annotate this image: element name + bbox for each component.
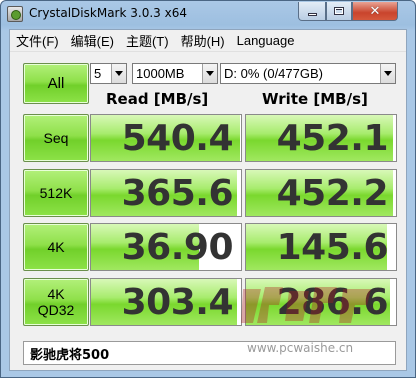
app-window: CrystalDiskMark 3.0.3 x64 ✕ 文件(F) 编辑(E) … [0,0,416,378]
maximize-button[interactable] [326,2,352,21]
window-title: CrystalDiskMark 3.0.3 x64 [29,6,187,20]
write-header: Write [MB/s] [262,90,368,108]
dropdown-arrow-icon [202,64,217,83]
4k-qd32-read-cell: 303.4 [90,278,242,326]
watermark-url: www.pcwaishe.cn [247,341,354,355]
4k-qd32-button[interactable]: 4K QD32 [23,278,89,326]
4k-qd32-write-value: 286.6 [276,281,389,323]
4k-qd32-label-line2: QD32 [37,302,75,318]
client-area: 文件(F) 编辑(E) 主题(T) 帮助(H) Language All 5 1… [9,29,407,371]
4k-write-value: 145.6 [276,226,389,268]
runs-select[interactable]: 5 [90,63,127,84]
512k-write-cell: 452.2 [245,169,397,217]
512k-button[interactable]: 512K [23,169,89,217]
minimize-button[interactable] [298,2,326,21]
seq-write-cell: 452.1 [245,114,397,162]
4k-qd32-write-cell: 286.6 [245,278,397,326]
4k-qd32-label-line1: 4K [47,286,65,302]
menu-bar: 文件(F) 编辑(E) 主题(T) 帮助(H) Language [10,30,406,52]
comment-text: 影驰虎将500 [30,347,110,363]
close-button[interactable]: ✕ [352,2,398,21]
maximize-icon [334,7,344,15]
4k-read-cell: 36.90 [90,223,242,271]
seq-read-cell: 540.4 [90,114,242,162]
runs-value: 5 [94,66,102,81]
menu-help[interactable]: 帮助(H) [175,31,231,50]
512k-read-cell: 365.6 [90,169,242,217]
app-icon [7,6,23,22]
size-select[interactable]: 1000MB [132,63,218,84]
menu-theme[interactable]: 主题(T) [120,31,175,50]
close-icon: ✕ [369,3,381,19]
512k-read-value: 365.6 [121,172,234,214]
menu-language[interactable]: Language [231,33,301,48]
seq-read-value: 540.4 [121,117,234,159]
title-bar[interactable]: CrystalDiskMark 3.0.3 x64 ✕ [1,1,415,28]
drive-value: D: 0% (0/477GB) [224,66,323,81]
menu-file[interactable]: 文件(F) [10,31,65,50]
dropdown-arrow-icon [380,64,395,83]
4k-read-value: 36.90 [121,226,234,268]
seq-write-value: 452.1 [276,117,389,159]
minimize-icon [307,12,317,16]
all-button[interactable]: All [23,63,89,104]
read-header: Read [MB/s] [106,90,209,108]
seq-button[interactable]: Seq [23,114,89,162]
menu-edit[interactable]: 编辑(E) [65,31,120,50]
dropdown-arrow-icon [111,64,126,83]
4k-qd32-read-value: 303.4 [121,281,234,323]
drive-select[interactable]: D: 0% (0/477GB) [220,63,396,84]
4k-write-cell: 145.6 [245,223,397,271]
size-value: 1000MB [136,66,185,81]
512k-write-value: 452.2 [276,172,389,214]
4k-button[interactable]: 4K [23,223,89,271]
